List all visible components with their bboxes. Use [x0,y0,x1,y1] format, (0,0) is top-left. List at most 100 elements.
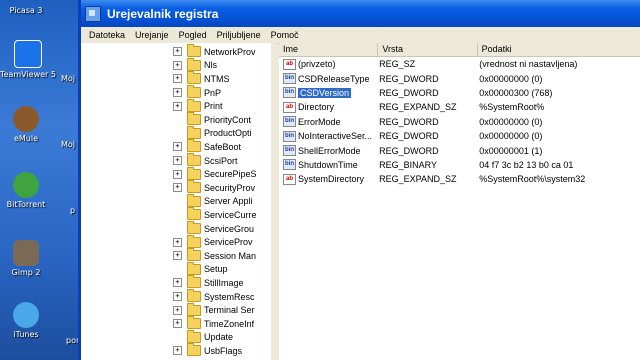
expand-plus-icon[interactable]: + [173,251,182,261]
tree-item[interactable]: + StillImage [173,275,244,290]
binary-value-icon: bin [283,159,296,171]
expand-plus-icon[interactable]: + [173,156,182,166]
tree-item[interactable]: + Session Man [173,248,256,263]
tree-item[interactable]: + SystemResc [173,289,255,304]
desktop-icon-picasa[interactable]: Picasa 3 [0,6,56,15]
value-type: REG_DWORD [379,87,439,98]
desktop-icon-bittorrent[interactable]: BitTorrent [0,172,56,209]
value-type: REG_DWORD [379,73,439,84]
folder-icon [187,125,201,139]
expand-plus-icon[interactable]: + [173,278,182,288]
folder-icon [187,302,201,316]
value-row[interactable]: ab SystemDirectory REG_EXPAND_SZ %SystemRoo… [279,172,640,186]
expand-plus-icon[interactable]: + [173,319,182,329]
expand-plus-icon[interactable]: + [173,169,182,179]
tree-item[interactable]: ServiceGrou [173,221,254,236]
tree-item-label: PriorityCont [204,114,252,125]
menu-favorites[interactable]: Priljubljene [217,30,261,40]
string-value-icon: ab [283,101,296,113]
tree-item[interactable]: + SecurityProv [173,180,256,195]
expand-plus-icon[interactable]: + [173,237,182,247]
desktop-icon-emule[interactable]: eMule [0,106,56,143]
value-row[interactable]: bin ErrorMode REG_DWORD 0x00000000 (0) [279,115,640,129]
folder-icon [187,261,201,275]
tree-item[interactable]: + UsbFlags [173,343,243,358]
column-header-data[interactable]: Podatki [478,43,640,56]
menu-edit[interactable]: Urejanje [135,30,169,40]
tree-item[interactable]: + NetworkProv [173,44,256,59]
expand-plus-icon[interactable]: + [173,88,182,98]
column-header-name[interactable]: Ime [279,43,379,56]
menu-help[interactable]: Pomoč [271,30,299,40]
expand-plus-icon[interactable]: + [173,292,182,302]
value-name: SystemDirectory [298,174,365,185]
value-name: NoInteractiveSer... [298,131,373,142]
value-name-cell: ab (privzeto) [279,58,379,70]
binary-value-icon: bin [283,130,296,142]
menu-view[interactable]: Pogled [179,30,207,40]
tree-item[interactable]: + ServiceProv [173,234,253,249]
value-name-cell: bin NoInteractiveSer... [279,130,379,142]
bittorrent-icon [13,172,39,198]
desktop-icon-gimp[interactable]: Gimp 2 [0,240,56,277]
tree-item[interactable]: ProductOpti [173,125,252,141]
value-type: REG_SZ [379,59,416,70]
folder-icon [187,44,201,58]
tree-item-label: SecurityProv [204,182,256,193]
tree-item-label: UsbFlags [204,345,243,356]
tree-item[interactable]: Server Appli [173,193,253,209]
title-bar[interactable]: Urejevalnik registra [81,0,640,27]
menu-file[interactable]: Datoteka [89,30,125,40]
emule-icon [13,106,39,132]
value-row[interactable]: ab (privzeto) REG_SZ (vrednost ni nastavlje… [279,57,640,71]
tree-item-label: ServiceCurre [204,209,257,220]
expand-plus-icon[interactable]: + [173,346,182,356]
value-row[interactable]: bin CSDVersion REG_DWORD 0x00000300 (768) [279,86,640,100]
value-row[interactable]: bin ShellErrorMode REG_DWORD 0x00000001 (1) [279,143,640,157]
value-row[interactable]: bin NoInteractiveSer... REG_DWORD 0x0000000… [279,129,640,143]
expand-plus-icon[interactable]: + [173,47,182,57]
tree-item[interactable]: + PnP [173,85,221,100]
tree-item[interactable]: + Print [173,98,223,113]
expand-plus-icon[interactable]: + [173,60,182,70]
value-name-cell: bin ShellErrorMode [279,145,379,157]
desktop-icon-teamviewer[interactable]: TeamViewer 5 [0,40,58,79]
list-header: Ime Vrsta Podatki [279,43,640,57]
tree-item[interactable]: + ScsiPort [173,153,238,168]
tree-scrollbar[interactable] [271,43,277,360]
tree-item[interactable]: + SafeBoot [173,139,241,154]
expand-plus-icon[interactable]: + [173,74,182,84]
registry-key-tree[interactable]: + NetworkProv + Nls + NTMS + PnP + Print PriorityC… [81,43,273,360]
tree-item-label: ScsiPort [204,155,238,166]
column-header-type[interactable]: Vrsta [378,43,478,56]
tree-item-label: Update [204,332,234,343]
binary-value-icon: bin [283,145,296,157]
tree-item[interactable]: Update [173,329,234,345]
value-name-cell: bin ShutdownTime [279,159,379,171]
value-row[interactable]: bin ShutdownTime REG_BINARY 04 f7 3c b2 13 … [279,158,640,172]
tree-item[interactable]: ServiceCurre [173,207,257,222]
value-data: %SystemRoot%\system32 [479,174,586,185]
expand-plus-icon[interactable]: + [173,101,182,111]
desktop-icon-itunes[interactable]: iTunes [0,302,56,339]
value-type: REG_DWORD [379,116,439,127]
value-row[interactable]: ab Directory REG_EXPAND_SZ %SystemRoot% [279,100,640,114]
value-data: 0x00000000 (0) [479,116,543,127]
folder-icon [187,234,201,248]
value-data: (vrednost ni nastavljena) [479,59,578,70]
tree-item[interactable]: Setup [173,261,228,277]
value-row[interactable]: bin CSDReleaseType REG_DWORD 0x00000000 (0) [279,71,640,85]
tree-item[interactable]: PriorityCont [173,112,252,127]
folder-icon [187,71,201,85]
tree-item[interactable]: + Nls [173,57,217,73]
folder-icon [187,316,201,330]
tree-item[interactable]: + Terminal Ser [173,302,255,317]
tree-item-label: SystemResc [204,291,255,302]
tree-item[interactable]: + SecurePipeS [173,166,257,181]
tree-item-label: TimeZoneInf [204,318,255,329]
expand-plus-icon[interactable]: + [173,142,182,152]
tree-item[interactable]: + NTMS [173,71,230,86]
tree-item[interactable]: + TimeZoneInf [173,316,255,331]
expand-plus-icon[interactable]: + [173,305,182,315]
expand-plus-icon[interactable]: + [173,183,182,193]
